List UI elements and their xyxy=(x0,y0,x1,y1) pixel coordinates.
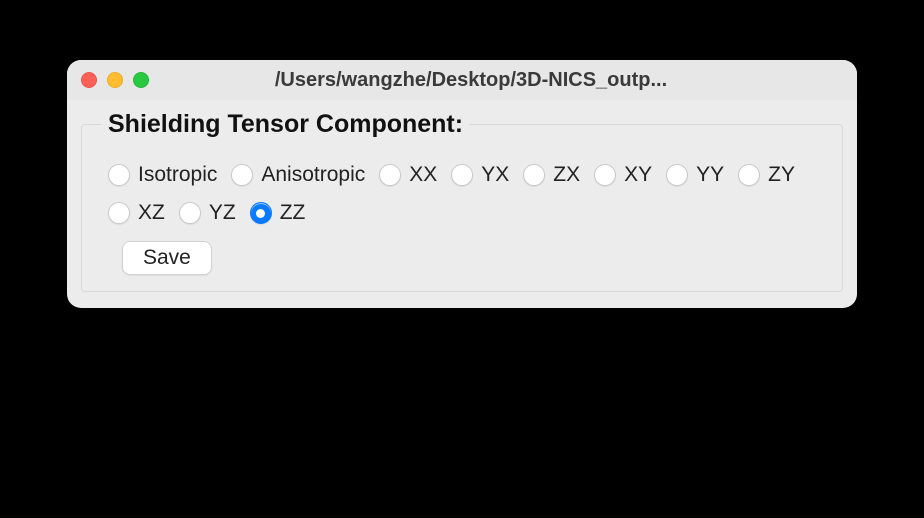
radio-item-yz[interactable]: YZ xyxy=(179,201,236,225)
radio-label: XX xyxy=(409,163,437,187)
radio-label: YY xyxy=(696,163,724,187)
radio-label: Isotropic xyxy=(138,163,217,187)
radio-label: YZ xyxy=(209,201,236,225)
titlebar: /Users/wangzhe/Desktop/3D-NICS_outp... xyxy=(67,60,857,100)
radio-label: XY xyxy=(624,163,652,187)
radio-label: XZ xyxy=(138,201,165,225)
radio-indicator-icon xyxy=(738,164,760,186)
radio-item-xx[interactable]: XX xyxy=(379,163,437,187)
minimize-icon[interactable] xyxy=(107,72,123,88)
radio-item-yy[interactable]: YY xyxy=(666,163,724,187)
fieldset-legend: Shielding Tensor Component: xyxy=(102,110,469,139)
radio-indicator-icon xyxy=(108,202,130,224)
radio-indicator-icon xyxy=(666,164,688,186)
radio-item-zx[interactable]: ZX xyxy=(523,163,580,187)
radio-item-xy[interactable]: XY xyxy=(594,163,652,187)
radio-indicator-icon xyxy=(594,164,616,186)
radio-item-xz[interactable]: XZ xyxy=(108,201,165,225)
radio-indicator-icon xyxy=(451,164,473,186)
radio-label: YX xyxy=(481,163,509,187)
radio-label: ZY xyxy=(768,163,795,187)
radio-indicator-icon xyxy=(250,202,272,224)
radio-indicator-icon xyxy=(179,202,201,224)
radio-item-yx[interactable]: YX xyxy=(451,163,509,187)
radio-item-zy[interactable]: ZY xyxy=(738,163,795,187)
dialog-window: /Users/wangzhe/Desktop/3D-NICS_outp... S… xyxy=(67,60,857,308)
actions: Save xyxy=(102,237,822,275)
radio-label: ZX xyxy=(553,163,580,187)
zoom-icon[interactable] xyxy=(133,72,149,88)
save-button[interactable]: Save xyxy=(122,241,212,275)
radio-item-anisotropic[interactable]: Anisotropic xyxy=(231,163,365,187)
tensor-fieldset: Shielding Tensor Component: Isotropic Ani… xyxy=(81,110,843,292)
radio-indicator-icon xyxy=(523,164,545,186)
window-title: /Users/wangzhe/Desktop/3D-NICS_outp... xyxy=(159,69,843,92)
close-icon[interactable] xyxy=(81,72,97,88)
radio-item-isotropic[interactable]: Isotropic xyxy=(108,163,217,187)
tensor-radios: Isotropic Anisotropic XX YX ZX XY YY ZY XZ YZ ZZ xyxy=(102,157,822,237)
radio-label: ZZ xyxy=(280,201,306,225)
radio-indicator-icon xyxy=(108,164,130,186)
traffic-lights xyxy=(81,72,149,88)
radio-indicator-icon xyxy=(379,164,401,186)
radio-indicator-icon xyxy=(231,164,253,186)
radio-label: Anisotropic xyxy=(261,163,365,187)
radio-item-zz[interactable]: ZZ xyxy=(250,201,306,225)
